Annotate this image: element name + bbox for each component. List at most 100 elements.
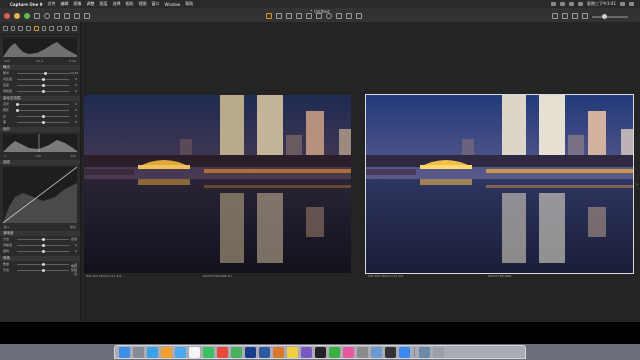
exposure-slider-track[interactable] [17, 77, 69, 81]
exposure-slider-value[interactable]: 0 [69, 83, 77, 87]
menu-image[interactable]: 图像 [73, 1, 81, 7]
hdr-slider-row[interactable]: 黑0 [0, 119, 80, 125]
photos-dock-icon[interactable] [161, 346, 172, 358]
levels-histogram[interactable] [3, 134, 77, 152]
downloads-dock-icon[interactable] [419, 346, 430, 358]
finder-dock-icon[interactable] [119, 346, 130, 358]
notes-dock-icon[interactable] [287, 346, 298, 358]
export-icon[interactable] [54, 13, 60, 19]
zoom-slider[interactable] [592, 16, 628, 18]
exposure-slider-knob[interactable] [41, 77, 45, 81]
clarity-slider-knob[interactable] [41, 243, 45, 247]
exposure-slider-knob[interactable] [41, 83, 45, 87]
hdr-slider-value[interactable]: 0 [69, 120, 77, 124]
clarity-slider-knob[interactable] [41, 249, 45, 253]
vignette-slider-track[interactable] [17, 262, 69, 266]
photo-variant-left[interactable] [84, 95, 351, 273]
menu-adjust[interactable]: 调整 [86, 1, 94, 7]
maps-dock-icon[interactable] [231, 346, 242, 358]
hdr-slider-knob[interactable] [15, 102, 19, 106]
status-icon[interactable] [551, 2, 557, 6]
preview-dock-icon[interactable] [371, 346, 382, 358]
local-adjustments-tab-icon[interactable] [56, 25, 62, 31]
reset-icon[interactable] [84, 13, 90, 19]
hdr-slider-track[interactable] [15, 102, 69, 106]
clarity-slider-value[interactable]: 0 [69, 249, 77, 253]
grid-view-icon[interactable] [552, 13, 558, 19]
import-icon[interactable] [34, 13, 40, 19]
vignette-slider-knob[interactable] [41, 262, 45, 266]
messages-dock-icon[interactable] [203, 346, 214, 358]
vignette-slider-row[interactable]: 方法 椭圆形裁切 [0, 264, 80, 276]
menu-view[interactable]: 视图 [138, 1, 146, 7]
photo-variant-right-selected[interactable] [365, 94, 634, 274]
hdr-slider-track[interactable] [17, 120, 69, 124]
menubar-clock[interactable]: 星期三下午3:41 [587, 1, 616, 7]
chevron-right-icon[interactable]: › [636, 182, 638, 188]
capture-one-dock-icon[interactable] [273, 346, 284, 358]
hdr-slider-knob[interactable] [41, 120, 45, 124]
hdr-slider-knob[interactable] [41, 114, 45, 118]
clarity-slider-track[interactable] [17, 249, 69, 253]
hdr-slider-value[interactable]: 0 [69, 114, 77, 118]
menu-camera[interactable]: 相机 [125, 1, 133, 7]
clarity-slider-value[interactable]: 自然 [69, 237, 77, 241]
launchpad-dock-icon[interactable] [133, 346, 144, 358]
hdr-slider-knob[interactable] [15, 108, 19, 112]
calendar-dock-icon[interactable] [189, 346, 200, 358]
exposure-warning-icon[interactable] [572, 13, 578, 19]
menu-layer[interactable]: 图层 [99, 1, 107, 7]
photoshop-dock-icon[interactable] [245, 346, 256, 358]
redo-icon[interactable] [74, 13, 80, 19]
notification-center-icon[interactable] [629, 2, 634, 6]
crop-tool-icon[interactable] [286, 13, 292, 19]
exposure-slider-knob[interactable] [41, 89, 45, 93]
exposure-slider-value[interactable]: +0.33 [69, 71, 78, 75]
qq-dock-icon[interactable] [315, 346, 326, 358]
library-tab-icon[interactable] [3, 25, 8, 31]
mail-dock-icon[interactable] [175, 346, 186, 358]
hdr-slider-value[interactable]: 0 [69, 108, 77, 112]
hdr-slider-value[interactable]: 0 [69, 102, 77, 106]
zoom-window-icon[interactable] [24, 13, 30, 19]
app-menu[interactable]: Capture One 9 [10, 2, 42, 7]
minimize-window-icon[interactable] [14, 13, 20, 19]
menu-help[interactable]: 帮助 [185, 1, 193, 7]
clarity-slider-track[interactable] [17, 237, 69, 241]
zoom-slider-knob[interactable] [602, 14, 607, 19]
exposure-slider-track[interactable] [17, 89, 69, 93]
settings-dock-icon[interactable] [357, 346, 368, 358]
wechat-dock-icon[interactable] [329, 346, 340, 358]
safari-dock-icon[interactable] [147, 346, 158, 358]
menu-edit[interactable]: 编辑 [60, 1, 68, 7]
proof-icon[interactable] [562, 13, 568, 19]
apply-adjustments-icon[interactable] [356, 13, 362, 19]
menu-select[interactable]: 选择 [112, 1, 120, 7]
copy-adjustments-icon[interactable] [346, 13, 352, 19]
spot-removal-icon[interactable] [316, 13, 322, 19]
clarity-slider-value[interactable]: 0 [69, 243, 77, 247]
exposure-slider-track[interactable] [17, 83, 69, 87]
undo-icon[interactable] [64, 13, 70, 19]
vignette-slider-knob[interactable] [41, 268, 45, 272]
trash-dock-icon[interactable] [433, 346, 444, 358]
picker-tool-icon[interactable] [336, 13, 342, 19]
capture-tab-icon[interactable] [10, 25, 16, 31]
exposure-slider-value[interactable]: 0 [69, 77, 77, 81]
keystone-tool-icon[interactable] [306, 13, 312, 19]
composition-tab-icon[interactable] [26, 25, 31, 31]
clarity-slider-track[interactable] [17, 243, 69, 247]
curve-panel-header[interactable]: 曲线 [0, 160, 80, 165]
color-tab-icon[interactable] [41, 25, 47, 31]
pan-tool-icon[interactable] [266, 13, 272, 19]
curve-editor[interactable] [2, 166, 78, 224]
terminal-dock-icon[interactable] [385, 346, 396, 358]
itunes-dock-icon[interactable] [343, 346, 354, 358]
close-window-icon[interactable] [4, 13, 10, 19]
exposure-tab-icon[interactable] [33, 25, 39, 31]
games-dock-icon[interactable] [301, 346, 312, 358]
hdr-slider-track[interactable] [17, 114, 69, 118]
exposure-slider-knob[interactable] [44, 71, 48, 75]
battery-icon[interactable] [578, 2, 584, 6]
metadata-tab-icon[interactable] [64, 25, 70, 31]
